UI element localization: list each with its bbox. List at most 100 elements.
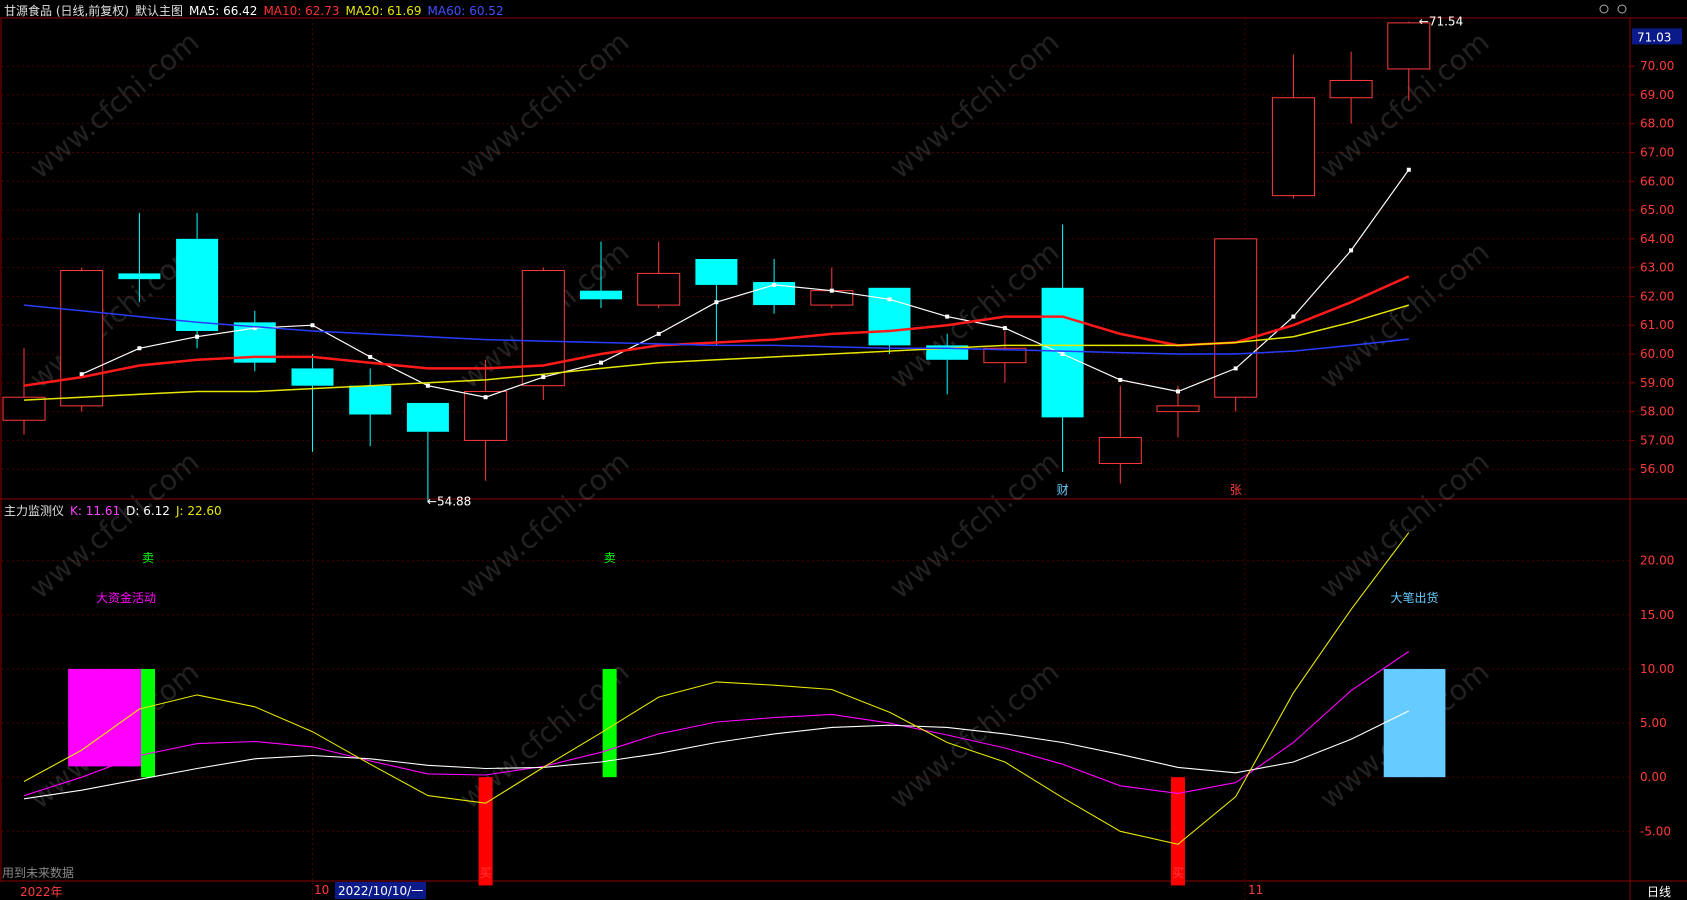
ma-line-ma5 — [81, 169, 1410, 398]
ma5-point — [1002, 326, 1007, 331]
candle — [521, 267, 565, 401]
future-data-note: 用到未来数据 — [2, 866, 75, 880]
ma5-point — [1349, 248, 1354, 253]
indicator-tick-label: 0.00 — [1640, 770, 1667, 784]
candle — [233, 310, 276, 372]
ma5-point — [310, 323, 315, 328]
diamond-icon — [1599, 4, 1609, 14]
candle-body-up — [1156, 405, 1200, 413]
price-tick-label: 66.00 — [1640, 174, 1674, 188]
watermark-text: www.cfchi.com — [1313, 445, 1495, 605]
month-oct-label: 10 — [314, 883, 330, 897]
candle-body-up — [1214, 238, 1258, 398]
year-label: 2022年 — [20, 885, 63, 899]
candle — [1271, 54, 1315, 199]
watermark-text: www.cfchi.com — [883, 655, 1065, 815]
candle-body-up — [1387, 22, 1431, 70]
price-tick-label: 61.00 — [1640, 318, 1674, 332]
big-sell-off-label: 大笔出货 — [1391, 590, 1439, 605]
sell-signal-label: 卖 — [142, 551, 154, 565]
ma20-value: MA20: 61.69 — [345, 4, 422, 18]
watermark-text: www.cfchi.com — [23, 25, 205, 185]
cursor-date: 2022/10/10/一 — [335, 882, 427, 899]
price-tick-label: 62.00 — [1640, 289, 1674, 303]
indicator-tick-label: 20.00 — [1640, 554, 1674, 568]
price-tick-label: 56.00 — [1640, 462, 1674, 476]
buy-signal-label: 买 — [480, 866, 492, 880]
main-chart-label[interactable]: 默认主图 — [135, 4, 183, 18]
ma5-point — [1406, 167, 1411, 172]
min-price-label: ←54.88 — [427, 494, 471, 508]
ma5-point — [1176, 389, 1180, 394]
watermark-text: www.cfchi.com — [1313, 235, 1495, 395]
candle — [637, 241, 681, 308]
ma5-point — [945, 314, 950, 319]
ma5-point — [541, 375, 546, 380]
ma5-point — [137, 346, 142, 351]
candle-body-up — [60, 270, 104, 407]
event-marker: 张 — [1230, 483, 1242, 497]
candle — [406, 402, 449, 502]
candle-body-up — [637, 272, 681, 306]
candle-body-down — [176, 238, 219, 331]
price-header: 甘源食品 (日线,前复权) 默认主图 MA5: 66.42 MA10: 62.73 MA… — [4, 2, 510, 19]
price-tick-label: 70.00 — [1640, 59, 1674, 73]
candle-body-up — [1271, 97, 1315, 197]
indicator-tick-label: 15.00 — [1640, 608, 1674, 622]
big-fund-activity-label: 大资金活动 — [96, 590, 156, 605]
candle-body-up — [1329, 79, 1373, 99]
price-tick-label: 60.00 — [1640, 347, 1674, 361]
stock-title[interactable]: 甘源食品 (日线,前复权) — [4, 4, 129, 18]
d-value: D: 6.12 — [126, 504, 170, 518]
ma5-point — [887, 297, 892, 302]
ma5-point — [829, 288, 834, 293]
sell-signal-bar — [141, 668, 156, 778]
price-tick-label: 68.00 — [1640, 117, 1674, 131]
ma60-value: MA60: 60.52 — [427, 4, 504, 18]
watermark-text: www.cfchi.com — [23, 445, 205, 605]
sell-signal-label: 卖 — [604, 551, 616, 565]
indicator-name[interactable]: 主力监测仪 — [4, 504, 64, 518]
price-tick-label: 57.00 — [1640, 433, 1674, 447]
candle-body-up — [521, 270, 565, 387]
ma5-point — [599, 360, 603, 365]
stock-chart[interactable]: 56.00 57.00 58.00 59.00 60.00 61.00 62.00 63.00… — [0, 0, 1687, 900]
k-value: K: 11.61 — [70, 504, 121, 518]
period-label[interactable]: 日线 — [1647, 883, 1671, 900]
candle — [1329, 51, 1373, 124]
candle — [291, 354, 334, 452]
ma5-value: MA5: 66.42 — [189, 4, 258, 18]
candle-body-down — [580, 290, 622, 300]
price-tick-label: 67.00 — [1640, 145, 1674, 159]
candle — [983, 330, 1027, 383]
candle — [60, 267, 104, 412]
price-tick-label: 58.00 — [1640, 405, 1674, 419]
candle — [1098, 385, 1142, 484]
kdj-line-j — [23, 532, 1410, 845]
candle-body-down — [406, 402, 449, 432]
ma5-point — [483, 395, 488, 400]
ma5-point — [656, 331, 661, 336]
watermark-text: www.cfchi.com — [883, 235, 1065, 395]
indicator-tick-label: 10.00 — [1640, 662, 1674, 676]
indicator-tick-label: 5.00 — [1640, 716, 1667, 730]
indicator-header: 主力监测仪 K: 11.61 D: 6.12 J: 22.60 — [4, 502, 228, 519]
ma5-point — [1060, 352, 1065, 357]
big-sell-off-bar — [1383, 668, 1446, 778]
ma5-point — [1118, 377, 1123, 382]
watermark-text: www.cfchi.com — [453, 445, 635, 605]
candle-body-down — [291, 368, 334, 386]
indicator-tick-label: -5.00 — [1640, 824, 1671, 838]
event-marker: 财 — [1057, 483, 1069, 497]
price-tick-label: 63.00 — [1640, 261, 1674, 275]
ma5-point — [1291, 314, 1296, 319]
ma5-point — [1233, 366, 1238, 371]
candle-body-up — [1098, 437, 1142, 464]
ma5-point — [368, 354, 373, 359]
candle — [810, 267, 854, 308]
j-value: J: 22.60 — [175, 504, 222, 518]
candle-body-down — [695, 259, 738, 285]
ma5-point — [772, 282, 777, 287]
ma5-point — [195, 334, 200, 339]
settings-icon — [1617, 4, 1627, 14]
